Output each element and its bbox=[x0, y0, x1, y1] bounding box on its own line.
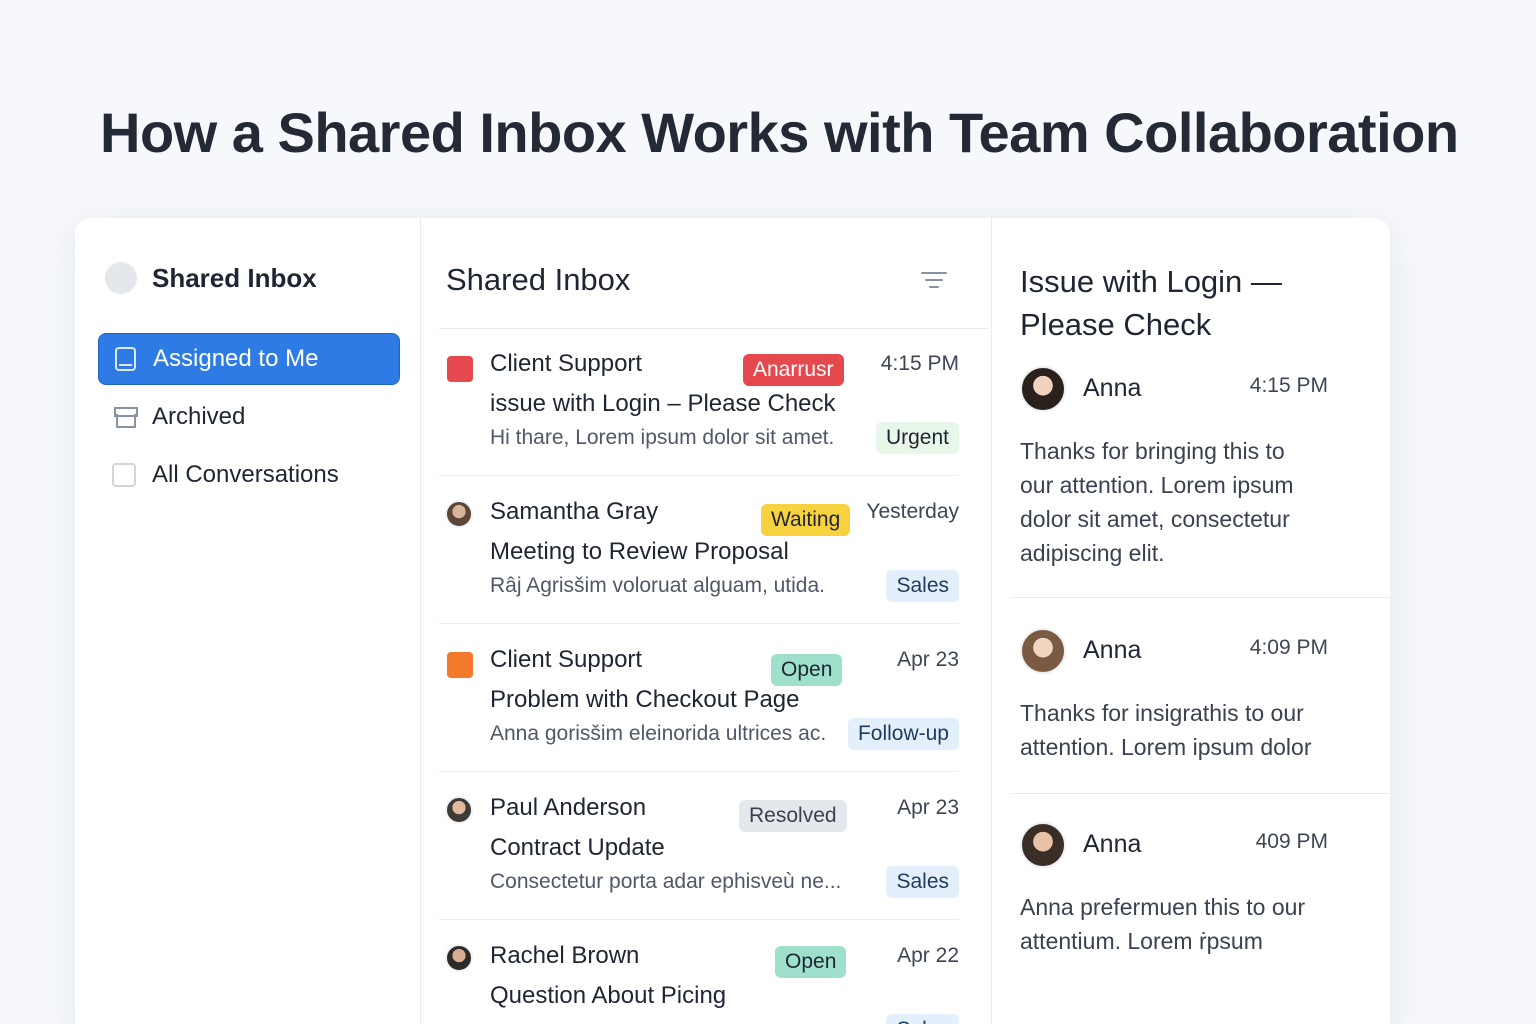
message: Anna 4:15 PM Thanks for bringing this to… bbox=[1010, 366, 1390, 598]
conversation-sender: Client Support bbox=[490, 350, 643, 377]
sidebar-item-label: All Conversations bbox=[152, 461, 339, 488]
conversation-preview: Hi thare, Lorem ipsum dolor sit amet. bbox=[490, 426, 835, 449]
message-author: Anna bbox=[1083, 374, 1142, 402]
conversation-time: 4:15 PM bbox=[880, 352, 959, 375]
conversation-preview: Anna gorisšim eleinorida ultrices ac. bbox=[490, 722, 827, 745]
checkbox-icon bbox=[112, 463, 136, 487]
book-icon bbox=[113, 347, 137, 371]
conversation-subject: Problem with Checkout Page bbox=[490, 686, 800, 713]
conversation-sender: Rachel Brown bbox=[490, 942, 640, 969]
conversation-row[interactable]: Samantha Gray Waiting Yesterday Meeting … bbox=[439, 478, 959, 624]
brand-avatar bbox=[105, 262, 137, 294]
conversation-sender: Client Support bbox=[490, 646, 643, 673]
conversation-sender: Samantha Gray bbox=[490, 498, 659, 525]
conversation-subject: Meeting to Review Proposal bbox=[490, 538, 789, 565]
conversation-row[interactable]: Client Support Open Apr 23 Problem with … bbox=[439, 626, 959, 772]
priority-marker-icon bbox=[447, 652, 473, 678]
sidebar-item-label: Archived bbox=[152, 403, 246, 430]
message-author: Anna bbox=[1083, 830, 1142, 858]
conversation-time: Yesterday bbox=[866, 500, 959, 523]
divider bbox=[439, 328, 989, 329]
archive-icon bbox=[112, 405, 138, 429]
message-body: Anna prefermuen this to our attentium. L… bbox=[1020, 894, 1306, 954]
conversation-time: Apr 23 bbox=[897, 648, 959, 671]
avatar bbox=[1020, 628, 1066, 674]
conversation-sender: Paul Anderson bbox=[490, 794, 647, 821]
avatar bbox=[445, 944, 473, 972]
brand-name: Shared Inbox bbox=[152, 262, 317, 293]
conversation-time: Apr 23 bbox=[897, 796, 959, 819]
conversation-preview: Consectetur porta adar ephisveù ne... bbox=[490, 870, 842, 893]
conversation-row[interactable]: Paul Anderson Resolved Apr 23 Contract U… bbox=[439, 774, 959, 920]
conversation-detail: Issue with Login — Please Check Anna 4:1… bbox=[991, 218, 1390, 1024]
tag-badge: Sales bbox=[886, 866, 959, 898]
conversation-preview: Râj Agrisšim voloruat alguam, utida. bbox=[490, 574, 825, 597]
sidebar-item-all-conversations[interactable]: All Conversations bbox=[98, 449, 400, 501]
sidebar-item-label: Assigned to Me bbox=[153, 345, 319, 372]
tag-badge: Urgent bbox=[875, 422, 959, 454]
conversation-subject: issue with Login – Please Check bbox=[490, 390, 836, 417]
avatar bbox=[1020, 366, 1066, 412]
message-body: Thanks for bringing this to our attentio… bbox=[1020, 438, 1294, 566]
sidebar-item-assigned-to-me[interactable]: Assigned to Me bbox=[98, 333, 400, 385]
message-time: 4:09 PM bbox=[1249, 636, 1328, 659]
message-time: 4:15 PM bbox=[1249, 374, 1328, 397]
conversation-row[interactable]: Rachel Brown Open Apr 22 Question About … bbox=[439, 922, 959, 1024]
brand: Shared Inbox bbox=[105, 262, 317, 294]
conversation-subject: Contract Update bbox=[490, 834, 665, 861]
priority-marker-icon bbox=[447, 356, 473, 382]
status-badge: Waiting bbox=[761, 504, 851, 536]
conversation-subject: Question About Picing bbox=[490, 982, 727, 1009]
sidebar-nav: Assigned to Me Archived All Conversation… bbox=[98, 333, 400, 507]
status-badge: Open bbox=[771, 654, 843, 686]
page-title: How a Shared Inbox Works with Team Colla… bbox=[100, 101, 1459, 164]
shared-inbox-app: Shared Inbox Assigned to Me Archived All… bbox=[75, 218, 1390, 1024]
conversation-row[interactable]: Client Support Anarrusr 4:15 PM issue wi… bbox=[439, 330, 959, 476]
message-body: Thanks for insigrathis to our attention.… bbox=[1020, 700, 1312, 760]
list-title: Shared Inbox bbox=[446, 262, 631, 297]
message: Anna 4:09 PM Thanks for insigrathis to o… bbox=[1010, 628, 1390, 794]
message: Anna 409 PM Anna prefermuen this to our … bbox=[1010, 822, 1390, 1022]
tag-badge: Sales bbox=[886, 1014, 959, 1024]
filter-icon[interactable] bbox=[921, 270, 947, 290]
avatar bbox=[445, 500, 473, 528]
status-badge: Resolved bbox=[739, 800, 847, 832]
status-badge: Anarrusr bbox=[743, 354, 844, 386]
tag-badge: Sales bbox=[886, 570, 959, 602]
avatar bbox=[1020, 822, 1066, 868]
status-badge: Open bbox=[775, 946, 847, 978]
message-time: 409 PM bbox=[1255, 830, 1328, 853]
conversation-list: Shared Inbox Client Support Anarrusr 4:1… bbox=[421, 218, 991, 1024]
sidebar: Shared Inbox Assigned to Me Archived All… bbox=[75, 218, 421, 1024]
conversation-time: Apr 22 bbox=[897, 944, 959, 967]
avatar bbox=[445, 796, 473, 824]
sidebar-item-archived[interactable]: Archived bbox=[98, 391, 400, 443]
message-author: Anna bbox=[1083, 636, 1142, 664]
tag-badge: Follow-up bbox=[847, 718, 959, 750]
detail-title: Issue with Login — Please Check bbox=[1020, 264, 1282, 342]
